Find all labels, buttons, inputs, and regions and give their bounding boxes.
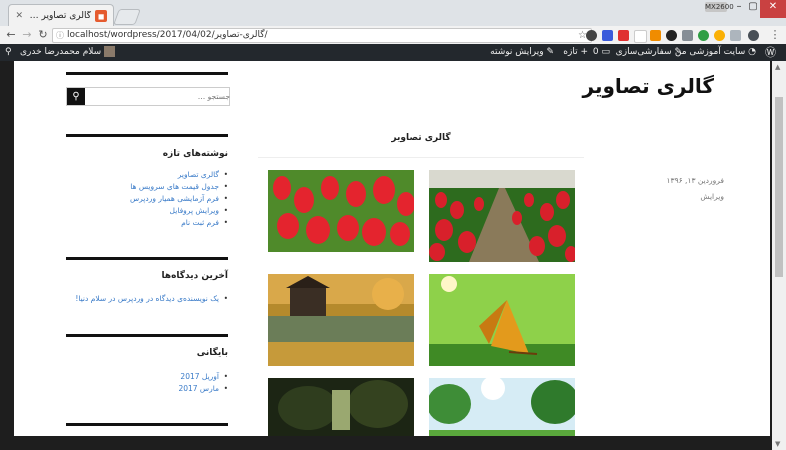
new-label: تازه	[563, 47, 578, 57]
list-item[interactable]: یک نویسنده‌ی دیدگاه در وردپرس در سلام دن…	[66, 293, 228, 305]
dark-forest-image	[268, 378, 414, 436]
sunny-meadow-image	[429, 378, 575, 436]
url-text: localhost/wordpress/2017/04/02/گالری-تصا…	[67, 30, 268, 40]
butterfly-image	[429, 274, 575, 366]
edit-post-link[interactable]: ✎ ویرایش نوشته	[490, 44, 554, 61]
edit-pencil-icon: ✎	[546, 47, 554, 57]
browser-tab-strip: ◼ گالری تصاویر – سایت آموزش... ✕ MX2600 …	[0, 0, 786, 27]
search-form: ⚲	[66, 87, 234, 106]
recent-posts-list: گالری تصاویر جدول قیمت های سرویس ها فرم …	[66, 169, 228, 229]
back-arrow-icon[interactable]: ←	[4, 28, 18, 41]
list-item[interactable]: فرم ثبت نام	[66, 217, 228, 229]
profile-badge[interactable]: MX2600	[705, 2, 734, 12]
user-greeting: سلام محمدرضا خدری	[20, 47, 102, 57]
list-item[interactable]: گالری تصاویر	[66, 169, 228, 181]
post-date[interactable]: فروردین ۱۳, ۱۳۹۶	[614, 176, 724, 185]
scrollbar-thumb[interactable]	[775, 97, 783, 277]
search-input[interactable]	[86, 88, 234, 105]
admin-search-icon[interactable]: ⚲	[5, 44, 12, 61]
edit-post-label: ویرایش نوشته	[490, 47, 544, 57]
archives-title: بایگانی	[196, 348, 228, 358]
tulip-path-image	[429, 170, 575, 262]
list-item[interactable]: جدول قیمت های سرویس ها	[66, 181, 228, 193]
address-bar[interactable]: ⓘ localhost/wordpress/2017/04/02/گالری-ت…	[52, 28, 592, 43]
lake-house-image	[268, 274, 414, 366]
customize-label: سفارشی‌سازی	[615, 47, 672, 57]
red-tulips-image	[268, 170, 414, 252]
wordpress-extension-icon[interactable]	[748, 30, 759, 41]
extension-dark-icon[interactable]	[666, 30, 677, 41]
close-window-button[interactable]: ✕	[760, 0, 786, 18]
user-account-link[interactable]: سلام محمدرضا خدری	[20, 44, 116, 61]
list-item[interactable]: آوریل 2017	[66, 371, 228, 383]
extension-cloud-icon[interactable]	[730, 30, 741, 41]
menu-dots-icon[interactable]: ⋮	[768, 28, 782, 41]
tab-close-icon[interactable]: ✕	[13, 11, 23, 21]
gmail-icon[interactable]	[634, 30, 647, 43]
new-tab-button[interactable]	[113, 9, 141, 25]
extension-red-icon[interactable]	[618, 30, 629, 41]
wp-admin-bar: Ⓦ ◔ سایت آموزشی من ✎ سفارشی‌سازی ▭ 0 + ت…	[0, 44, 786, 61]
browser-tab[interactable]: ◼ گالری تصاویر – سایت آموزش... ✕	[8, 4, 114, 27]
widget-divider	[66, 334, 228, 337]
page-info-icon[interactable]: ⓘ	[56, 29, 64, 42]
page-content: ⚲ نوشته‌های تازه گالری تصاویر جدول قیمت …	[14, 61, 770, 436]
extension-gray-icon[interactable]	[682, 30, 693, 41]
extension-refresh-icon[interactable]	[586, 30, 597, 41]
widget-divider	[66, 134, 228, 137]
recent-posts-title: نوشته‌های تازه	[162, 149, 228, 159]
widget-divider	[66, 72, 228, 75]
site-name: سایت آموزشی من	[674, 47, 746, 57]
customize-link[interactable]: ✎ سفارشی‌سازی	[616, 44, 682, 61]
post-title: گالری تصاویر	[391, 133, 451, 143]
widget-divider	[66, 423, 228, 426]
gallery-image[interactable]	[429, 170, 575, 262]
extension-orange-icon[interactable]	[650, 30, 661, 41]
scroll-up-icon[interactable]: ▲	[775, 63, 780, 71]
gallery-image[interactable]	[268, 274, 414, 366]
tab-title: گالری تصاویر – سایت آموزش...	[23, 11, 91, 21]
browser-toolbar: ← → ↻ ⓘ localhost/wordpress/2017/04/02/گ…	[0, 26, 786, 45]
site-title[interactable]: گالری تصاویر	[574, 74, 715, 98]
page-scrollbar[interactable]: ▲ ▼	[772, 61, 786, 450]
new-content-link[interactable]: + تازه	[563, 44, 588, 61]
pencil-icon: ✎	[674, 47, 682, 57]
comment-bubble-icon: ▭	[601, 47, 610, 57]
site-favicon-icon: ◼	[95, 10, 107, 22]
forward-arrow-icon[interactable]: →	[20, 28, 34, 41]
extension-green-icon[interactable]	[698, 30, 709, 41]
avatar	[104, 46, 116, 57]
comments-count: 0	[592, 47, 599, 57]
list-item[interactable]: مارس 2017	[66, 383, 228, 395]
title-divider	[258, 157, 584, 158]
window-bottom-border	[0, 436, 772, 450]
edit-post-link[interactable]: ویرایش	[614, 192, 724, 201]
extension-sun-icon[interactable]	[714, 30, 725, 41]
recent-comments-title: آخرین دیدگاه‌ها	[161, 271, 228, 281]
widget-divider	[66, 257, 228, 260]
scroll-down-icon[interactable]: ▼	[775, 440, 780, 448]
wordpress-logo-icon[interactable]: Ⓦ	[765, 44, 776, 61]
recent-comments-list: یک نویسنده‌ی دیدگاه در وردپرس در سلام دن…	[66, 293, 228, 305]
gallery-image[interactable]	[268, 170, 414, 252]
reload-icon[interactable]: ↻	[36, 28, 50, 41]
archives-list: آوریل 2017 مارس 2017	[66, 371, 228, 395]
search-submit-button[interactable]: ⚲	[67, 88, 85, 105]
gallery-image[interactable]	[268, 378, 414, 436]
dashboard-icon: ◔	[748, 47, 756, 57]
gallery-image[interactable]	[429, 274, 575, 366]
site-name-link[interactable]: ◔ سایت آموزشی من	[675, 44, 756, 61]
comments-link[interactable]: ▭ 0	[593, 44, 610, 61]
gallery-image[interactable]	[429, 378, 575, 436]
list-item[interactable]: ویرایش پروفایل	[66, 205, 228, 217]
extension-blue-icon[interactable]	[602, 30, 613, 41]
plus-icon: +	[580, 47, 588, 57]
list-item[interactable]: فرم آزمایشی همیار وردپرس	[66, 193, 228, 205]
